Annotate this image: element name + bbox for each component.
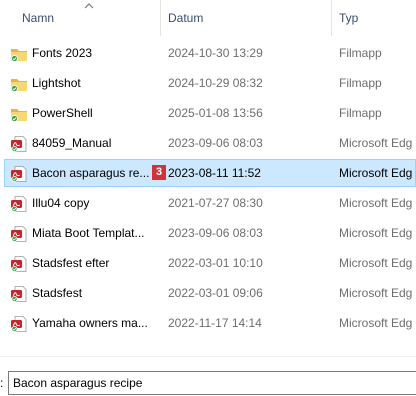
- file-name: Fonts 2023: [32, 46, 93, 60]
- file-row[interactable]: Fonts 2023 2024-10-30 13:29 Filmapp: [4, 39, 416, 67]
- pdf-icon: [10, 226, 28, 242]
- file-date: 2021-07-27 08:30: [168, 196, 263, 210]
- pdf-icon: [10, 136, 28, 152]
- file-row[interactable]: Stadsfest efter 2022-03-01 10:10 Microsoft…: [4, 249, 416, 277]
- filename-input[interactable]: [13, 372, 403, 394]
- file-date: 2024-10-30 13:29: [168, 46, 263, 60]
- file-name: Illu04 copy: [32, 196, 90, 210]
- file-type: Microsoft Edg: [339, 256, 413, 270]
- file-name: Bacon asparagus re...: [32, 166, 150, 180]
- file-type: Microsoft Edg: [339, 316, 413, 330]
- divider: [0, 356, 416, 357]
- file-name: Yamaha owners ma...: [32, 316, 148, 330]
- file-name: Miata Boot Templat...: [32, 226, 145, 240]
- file-row[interactable]: Illu04 copy 2021-07-27 08:30 Microsoft Edg: [4, 189, 416, 217]
- file-name: PowerShell: [32, 106, 93, 120]
- file-type: Microsoft Edg: [339, 166, 413, 180]
- file-date: 2022-03-01 09:06: [168, 286, 263, 300]
- file-name: 84059_Manual: [32, 136, 112, 150]
- filename-label: :: [0, 376, 4, 390]
- column-header-bar: Namn Datum Typ: [0, 0, 416, 36]
- file-type: Filmapp: [339, 76, 382, 90]
- file-row[interactable]: Yamaha owners ma... 2022-11-17 14:14 Micro…: [4, 309, 416, 337]
- filename-field[interactable]: [8, 371, 416, 395]
- file-type: Filmapp: [339, 106, 382, 120]
- column-header-date[interactable]: Datum: [168, 0, 203, 36]
- file-name: Stadsfest efter: [32, 256, 110, 270]
- pdf-icon: [10, 256, 28, 272]
- file-date: 2025-01-08 13:56: [168, 106, 263, 120]
- file-row[interactable]: Stadsfest 2022-03-01 09:06 Microsoft Edg: [4, 279, 416, 307]
- pdf-icon: [10, 196, 28, 212]
- folder-icon: [10, 46, 28, 62]
- column-divider[interactable]: [160, 0, 161, 36]
- step-badge: 3: [152, 165, 166, 180]
- file-type: Filmapp: [339, 46, 382, 60]
- file-name: Stadsfest: [32, 286, 83, 300]
- file-type: Microsoft Edg: [339, 286, 413, 300]
- file-date: 2023-09-06 08:03: [168, 136, 263, 150]
- file-row[interactable]: PowerShell 2025-01-08 13:56 Filmapp: [4, 99, 416, 127]
- column-header-type[interactable]: Typ: [339, 0, 358, 36]
- file-date: 2024-10-29 08:32: [168, 76, 263, 90]
- file-type: Microsoft Edg: [339, 136, 413, 150]
- column-header-name[interactable]: Namn: [22, 0, 54, 36]
- folder-icon: [10, 76, 28, 92]
- file-name: Lightshot: [32, 76, 81, 90]
- file-row[interactable]: Lightshot 2024-10-29 08:32 Filmapp: [4, 69, 416, 97]
- file-type: Microsoft Edg: [339, 226, 413, 240]
- pdf-icon: [10, 316, 28, 332]
- file-date: 2022-03-01 10:10: [168, 256, 263, 270]
- file-date: 2023-08-11 11:52: [168, 166, 261, 180]
- file-row[interactable]: Bacon asparagus re... 3 2023-08-11 11:52 Mi…: [4, 159, 416, 187]
- file-row[interactable]: Miata Boot Templat... 2023-09-06 08:03 Mic…: [4, 219, 416, 247]
- column-divider[interactable]: [331, 0, 332, 36]
- folder-icon: [10, 106, 28, 122]
- pdf-icon: [10, 286, 28, 302]
- pdf-icon: [10, 166, 28, 182]
- file-type: Microsoft Edg: [339, 196, 413, 210]
- file-date: 2023-09-06 08:03: [168, 226, 263, 240]
- file-date: 2022-11-17 14:14: [168, 316, 262, 330]
- sort-ascending-icon: [84, 3, 94, 9]
- file-row[interactable]: 84059_Manual 2023-09-06 08:03 Microsoft Ed…: [4, 129, 416, 157]
